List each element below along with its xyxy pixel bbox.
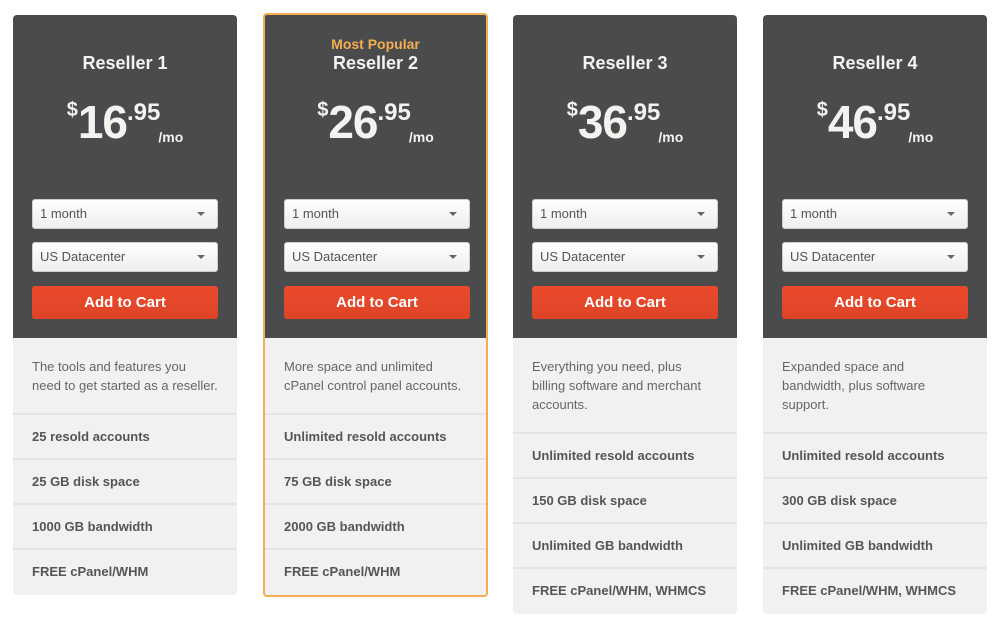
add-to-cart-button[interactable]: Add to Cart <box>32 286 218 319</box>
feature-item: 25 resold accounts <box>13 415 237 460</box>
datacenter-select-value: US Datacenter <box>790 249 876 264</box>
plan-name: Reseller 4 <box>832 53 918 73</box>
chevron-down-icon <box>947 212 955 216</box>
price-integer: 36 <box>577 96 628 148</box>
term-select[interactable]: 1 month <box>782 199 968 229</box>
chevron-down-icon <box>449 212 457 216</box>
add-to-cart-button[interactable]: Add to Cart <box>782 286 968 319</box>
plan-header: Reseller 3 $36.95/mo 1 month US Datacent… <box>513 15 737 338</box>
chevron-down-icon <box>947 255 955 259</box>
feature-item: FREE cPanel/WHM <box>284 564 401 579</box>
price-decimal: .95 <box>627 99 661 126</box>
datacenter-select[interactable]: US Datacenter <box>284 242 470 272</box>
chevron-down-icon <box>197 255 205 259</box>
price-decimal: .95 <box>127 99 161 126</box>
price-period: /mo <box>408 129 434 145</box>
plan-name: Reseller 2 <box>332 53 419 73</box>
feature-item: Unlimited GB bandwidth <box>513 524 737 569</box>
feature-item: 2000 GB bandwidth <box>265 505 486 550</box>
plan-name: Reseller 1 <box>82 53 168 73</box>
plan-price: $36.95/mo <box>513 95 737 149</box>
term-select-value: 1 month <box>292 206 339 221</box>
feature-item: 300 GB disk space <box>763 479 987 524</box>
price-period: /mo <box>908 129 934 145</box>
datacenter-select[interactable]: US Datacenter <box>532 242 718 272</box>
price-period: /mo <box>658 129 684 145</box>
price-period: /mo <box>158 129 184 145</box>
term-select-value: 1 month <box>40 206 87 221</box>
plan-card-reseller-3: Reseller 3 $36.95/mo 1 month US Datacent… <box>513 15 737 614</box>
price-decimal: .95 <box>877 99 911 126</box>
datacenter-select-value: US Datacenter <box>292 249 378 264</box>
chevron-down-icon <box>697 255 705 259</box>
datacenter-select-value: US Datacenter <box>540 249 626 264</box>
plan-name: Reseller 3 <box>582 53 668 73</box>
price-integer: 46 <box>827 96 878 148</box>
feature-item: 1000 GB bandwidth <box>13 505 237 550</box>
feature-item: Unlimited GB bandwidth <box>763 524 987 569</box>
feature-item: Unlimited resold accounts <box>265 415 486 460</box>
plan-description: Expanded space and bandwidth, plus softw… <box>763 338 987 434</box>
datacenter-select-value: US Datacenter <box>40 249 126 264</box>
term-select[interactable]: 1 month <box>32 199 218 229</box>
term-select-value: 1 month <box>540 206 587 221</box>
add-to-cart-button[interactable]: Add to Cart <box>532 286 718 319</box>
chevron-down-icon <box>449 255 457 259</box>
plan-price: $16.95/mo <box>13 95 237 149</box>
term-select-value: 1 month <box>790 206 837 221</box>
feature-item: 75 GB disk space <box>265 460 486 505</box>
price-integer: 16 <box>77 96 128 148</box>
plan-description: More space and unlimited cPanel control … <box>265 338 486 415</box>
chevron-down-icon <box>197 212 205 216</box>
price-currency: $ <box>816 99 828 121</box>
term-select[interactable]: 1 month <box>532 199 718 229</box>
feature-item: Unlimited resold accounts <box>763 434 987 479</box>
feature-item: 150 GB disk space <box>513 479 737 524</box>
feature-item: 25 GB disk space <box>13 460 237 505</box>
plan-price: $46.95/mo <box>763 95 987 149</box>
plan-header: Most Popular Reseller 2 $26.95/mo 1 mont… <box>265 15 486 338</box>
feature-item: Unlimited resold accounts <box>513 434 737 479</box>
term-select[interactable]: 1 month <box>284 199 470 229</box>
feature-item: FREE cPanel/WHM <box>32 564 149 579</box>
datacenter-select[interactable]: US Datacenter <box>32 242 218 272</box>
plan-description: Everything you need, plus billing softwa… <box>513 338 737 434</box>
add-to-cart-button[interactable]: Add to Cart <box>284 286 470 319</box>
feature-item: FREE cPanel/WHM, WHMCS <box>782 583 957 598</box>
plan-description: The tools and features you need to get s… <box>13 338 237 415</box>
price-decimal: .95 <box>377 99 411 126</box>
price-currency: $ <box>566 99 578 121</box>
datacenter-select[interactable]: US Datacenter <box>782 242 968 272</box>
plan-card-reseller-1: Reseller 1 $16.95/mo 1 month US Datacent… <box>13 15 237 595</box>
price-currency: $ <box>66 99 78 121</box>
plan-header: Reseller 4 $46.95/mo 1 month US Datacent… <box>763 15 987 338</box>
feature-item: FREE cPanel/WHM, WHMCS <box>532 583 707 598</box>
price-integer: 26 <box>328 96 378 148</box>
plan-card-reseller-2: Most Popular Reseller 2 $26.95/mo 1 mont… <box>263 13 488 597</box>
chevron-down-icon <box>697 212 705 216</box>
price-currency: $ <box>317 99 329 121</box>
plan-price: $26.95/mo <box>265 95 486 149</box>
most-popular-badge: Most Popular <box>331 36 420 52</box>
plan-card-reseller-4: Reseller 4 $46.95/mo 1 month US Datacent… <box>763 15 987 614</box>
plan-header: Reseller 1 $16.95/mo 1 month US Datacent… <box>13 15 237 338</box>
